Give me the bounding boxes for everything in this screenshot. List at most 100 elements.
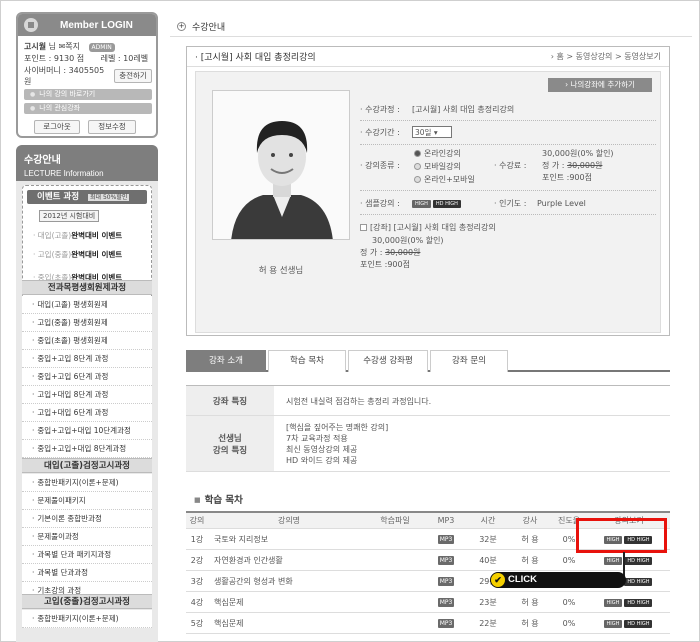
table-row: 2강 자연환경과 인간생활 MP3 40분 허 용 0% HIGH HD HIGH	[186, 550, 670, 571]
menu-link[interactable]: 대입(고졸) 평생회원제	[22, 296, 152, 314]
menu-link[interactable]: 중입+고입+대입 10단계과정	[22, 422, 152, 440]
play-hd-button[interactable]: HD HIGH	[624, 598, 653, 607]
admin-badge[interactable]: ADMIN	[88, 43, 115, 52]
user-line: 고시월 님 ✉쪽지 ADMIN	[24, 41, 115, 52]
event-year-label: 2012년 시험대비	[39, 210, 100, 222]
play-high-button[interactable]: HIGH	[603, 619, 623, 628]
user-level: 레벨 : 10레벨	[100, 54, 149, 63]
play-hd-button[interactable]: HD HIGH	[624, 556, 653, 565]
mp3-button[interactable]: MP3	[437, 598, 455, 607]
table-row: 5강 핵심문제 MP3 22분 허 용 0% HIGH HD HIGH	[186, 613, 670, 634]
play-high-button[interactable]: HIGH	[603, 598, 623, 607]
feature-value: 시험전 내실력 점검하는 총정리 과정입니다.	[286, 397, 432, 406]
cyber-money: 사이버머니 : 3405505 원	[24, 66, 105, 86]
divider	[360, 214, 656, 215]
cart-regular: 정 가 : 30,000원	[360, 248, 421, 257]
mp3-button[interactable]: MP3	[437, 577, 455, 586]
event-item[interactable]: · 고입(중졸)완벽대비 이벤트	[33, 249, 151, 260]
profile-edit-button[interactable]: 정보수정	[88, 120, 136, 134]
feature-label: 강좌 특징	[186, 386, 274, 415]
tab-qna[interactable]: 강좌 문의	[430, 350, 508, 372]
menu-link[interactable]: 중입+고입 8단계 과정	[22, 350, 152, 368]
menu-link[interactable]: 중입+고입 6단계 과정	[22, 368, 152, 386]
period-row: · 수강기간 :30일 ▾	[360, 126, 452, 138]
type-option-mobile[interactable]: 모바일강의	[414, 161, 461, 172]
sample-high-button[interactable]: HIGH	[412, 200, 431, 208]
page-title-text: 수강안내	[192, 23, 226, 33]
type-label: · 강의종류 :	[360, 161, 400, 170]
checkbox[interactable]	[360, 224, 367, 231]
type-option-online[interactable]: 온라인강의	[414, 148, 461, 159]
menu-link[interactable]: 중입(초졸) 평생회원제	[22, 332, 152, 350]
lecture-title[interactable]: 국토와 지리정보	[208, 534, 364, 545]
add-to-my-course-button[interactable]: › 나의강좌에 추가하기	[548, 78, 652, 92]
divider	[360, 190, 656, 191]
menu-link[interactable]: 고입+대입 6단계 과정	[22, 404, 152, 422]
lecture-title[interactable]: 생활공간의 형성과 변화	[208, 576, 364, 587]
menu-link[interactable]: 과목별 단과과정	[22, 564, 152, 582]
sample-hd-button[interactable]: HD HIGH	[432, 200, 461, 208]
course-detail: 허 용 선생님 › 나의강좌에 추가하기 · 수강과정 : [고시월] 사회 대입…	[195, 71, 661, 333]
teacher-name: 허 용 선생님	[258, 266, 304, 276]
user-suffix: 님	[48, 42, 57, 51]
my-interest-button[interactable]: 나의 관심강좌	[24, 103, 152, 114]
divider	[360, 120, 656, 121]
mp3-button[interactable]: MP3	[437, 556, 455, 565]
feature-value: [핵심을 짚어주는 명쾌한 강의] 7차 교육과정 적용 최신 동영상강의 제공…	[286, 423, 389, 465]
checkmark-icon: ✔	[491, 573, 505, 587]
lecture-title[interactable]: 핵심문제	[208, 597, 364, 608]
click-callout: ✔ CLICK	[490, 572, 626, 588]
course-title: · [고시월] 사회 대입 총정리강의	[195, 53, 316, 63]
tab-bar: 강좌 소개 학습 목차 수강생 강좌평 강좌 문의	[186, 350, 670, 372]
lecture-menu: 수강안내 LECTURE Information 이벤트 과정 최대 50%할인…	[16, 145, 158, 642]
menu-link[interactable]: 문제풀이과정	[22, 528, 152, 546]
breadcrumb: › 홈 > 동영상강의 > 동영상보기	[550, 52, 661, 61]
teacher-photo	[212, 90, 350, 240]
feature-table: 강좌 특징 시험전 내실력 점검하는 총정리 과정입니다. 선생님 강의 특징 […	[186, 385, 670, 472]
mp3-button[interactable]: MP3	[437, 619, 455, 628]
play-high-button[interactable]: HIGH	[603, 556, 623, 565]
tab-reviews[interactable]: 수강생 강좌평	[348, 350, 428, 372]
menu-link[interactable]: 고입+대입 8단계 과정	[22, 386, 152, 404]
menu-link[interactable]: 종합반패키지(이론+문제)	[22, 474, 152, 492]
menu-link[interactable]: 중입+고입+대입 8단계과정	[22, 440, 152, 458]
event-item[interactable]: · 대입(고졸)완벽대비 이벤트	[33, 230, 151, 241]
charge-button[interactable]: 충전하기	[114, 69, 152, 83]
menu-link[interactable]: 고입(중졸) 평생회원제	[22, 314, 152, 332]
highlight-box	[576, 518, 667, 553]
my-course-button[interactable]: 나의 강의 바로가기	[24, 89, 152, 100]
mp3-button[interactable]: MP3	[437, 535, 455, 544]
menu-link[interactable]: 종합반패키지(이론+문제)	[22, 610, 152, 628]
popularity-row: · 인기도 : Purple Level	[494, 199, 586, 208]
user-point: 포인트 : 9130 점	[24, 54, 85, 63]
course-box-header: · [고시월] 사회 대입 총정리강의 › 홈 > 동영상강의 > 동영상보기	[187, 47, 669, 67]
teacher-portrait-icon	[213, 91, 349, 239]
course-info-row: · 수강과정 : [고시월] 사회 대입 총정리강의	[360, 105, 515, 114]
period-select[interactable]: 30일 ▾	[412, 126, 452, 138]
mail-link[interactable]: ✉쪽지	[59, 42, 80, 51]
lecture-menu-title: 수강안내	[24, 155, 61, 166]
play-hd-button[interactable]: HD HIGH	[624, 619, 653, 628]
fee-discount: 30,000원(0% 할인)	[542, 149, 614, 158]
radio-icon	[414, 176, 421, 183]
type-option-both[interactable]: 온라인+모바일	[414, 174, 475, 185]
event-header[interactable]: 이벤트 과정 최대 50%할인	[27, 190, 147, 204]
play-hd-button[interactable]: HD HIGH	[624, 577, 653, 586]
menu-link[interactable]: 기본이론 종합반과정	[22, 510, 152, 528]
tab-toc[interactable]: 학습 목차	[268, 350, 346, 372]
lecture-title[interactable]: 핵심문제	[208, 618, 364, 629]
lecture-title[interactable]: 자연환경과 인간생활	[208, 555, 364, 566]
plus-circle-icon: +	[177, 22, 186, 31]
menu-link[interactable]: 문제풀이패키지	[22, 492, 152, 510]
tab-intro[interactable]: 강좌 소개	[186, 350, 266, 372]
feature-row: 강좌 특징 시험전 내실력 점검하는 총정리 과정입니다.	[186, 386, 670, 416]
menu-link[interactable]: 과목별 단과 패키지과정	[22, 546, 152, 564]
login-title: Member LOGIN	[60, 19, 133, 31]
login-panel: Member LOGIN 고시월 님 ✉쪽지 ADMIN 포인트 : 9130 …	[16, 12, 158, 138]
table-row: 4강 핵심문제 MP3 23분 허 용 0% HIGH HD HIGH	[186, 592, 670, 613]
event-tag: 최대 50%할인	[88, 194, 130, 201]
course-box: · [고시월] 사회 대입 총정리강의 › 홈 > 동영상강의 > 동영상보기 …	[186, 46, 670, 336]
section-highschool: 고입(중졸)검정고시과정	[22, 594, 152, 609]
logout-button[interactable]: 로그아웃	[34, 120, 80, 134]
radio-icon	[414, 150, 421, 157]
